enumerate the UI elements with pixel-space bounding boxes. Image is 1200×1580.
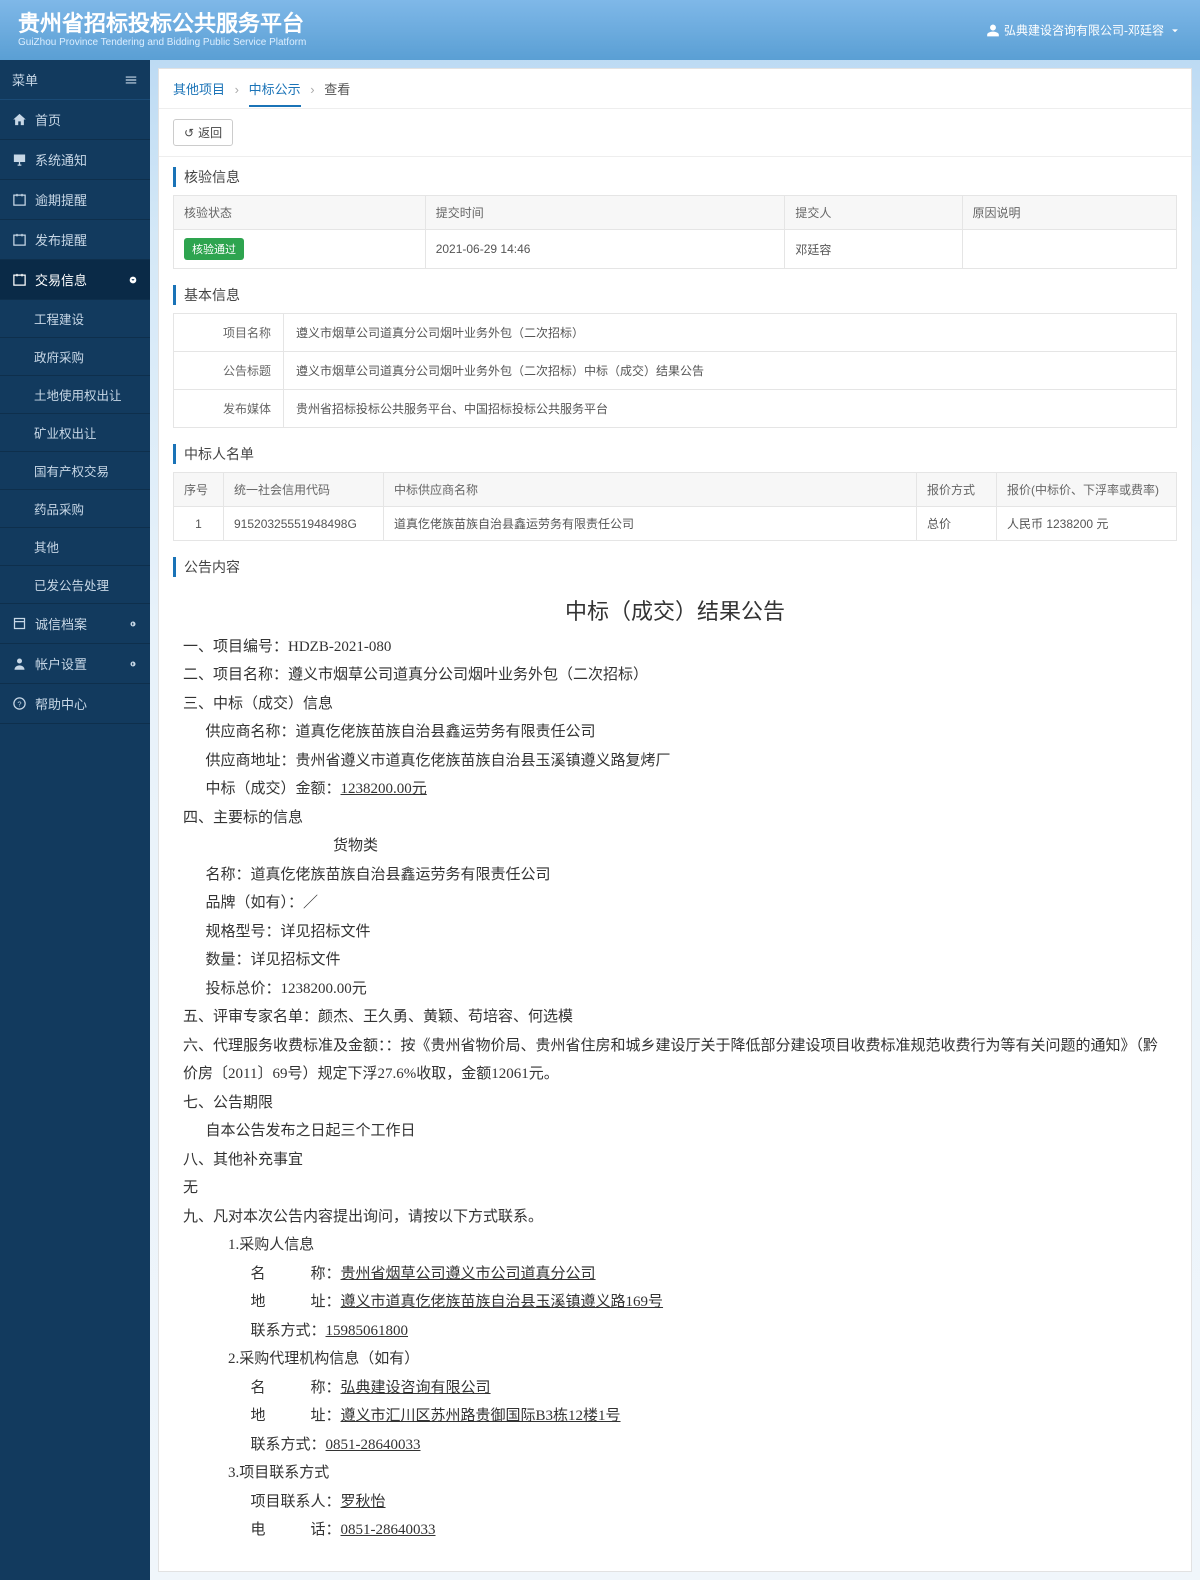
sidebar-item-label: 交易信息: [35, 270, 87, 289]
chevron-down-icon: [1168, 23, 1182, 37]
sidebar-item-label: 首页: [35, 110, 61, 129]
sidebar-item-help[interactable]: ? 帮助中心: [0, 684, 150, 724]
sidebar-item-label: 逾期提醒: [35, 190, 87, 209]
archive-icon: [12, 616, 27, 631]
user-menu[interactable]: 弘典建设咨询有限公司-邓廷容: [986, 22, 1182, 39]
undo-icon: ↺: [184, 126, 194, 140]
sidebar-submenu-trade: 工程建设 政府采购 土地使用权出让 矿业权出让 国有产权交易 药品采购 其他 已…: [0, 300, 150, 604]
table-header: 核验状态 提交时间 提交人 原因说明: [174, 196, 1177, 230]
sidebar-item-label: 发布提醒: [35, 230, 87, 249]
sidebar-item-overdue[interactable]: 逾期提醒: [0, 180, 150, 220]
user-settings-icon: [12, 656, 27, 671]
panel-title-basic: 基本信息: [173, 285, 1177, 305]
send-icon: [12, 232, 27, 247]
sidebar-sub-land[interactable]: 土地使用权出让: [0, 376, 150, 414]
content: 其他项目 › 中标公示 › 查看 ↺ 返回 核验信息 核验状态 提交时间: [158, 68, 1192, 1572]
sidebar-item-label: 系统通知: [35, 150, 87, 169]
basic-table: 项目名称遵义市烟草公司道真分公司烟叶业务外包（二次招标） 公告标题遵义市烟草公司…: [173, 313, 1177, 428]
menu-label: 菜单: [12, 70, 38, 89]
sidebar-sub-mine[interactable]: 矿业权出让: [0, 414, 150, 452]
folder-icon: [12, 272, 27, 287]
home-icon: [12, 112, 27, 127]
site-title: 贵州省招标投标公共服务平台: [18, 12, 306, 36]
chevron-right-icon: [128, 659, 138, 669]
sidebar-item-account[interactable]: 帐户设置: [0, 644, 150, 684]
logo-block: 贵州省招标投标公共服务平台 GuiZhou Province Tendering…: [18, 12, 306, 47]
monitor-icon: [12, 152, 27, 167]
status-badge: 核验通过: [184, 238, 244, 260]
sidebar-sub-state[interactable]: 国有产权交易: [0, 452, 150, 490]
chevron-down-icon: [128, 275, 138, 285]
table-header: 序号 统一社会信用代码 中标供应商名称 报价方式 报价(中标价、下浮率或费率): [174, 473, 1177, 507]
panel-title-verify: 核验信息: [173, 167, 1177, 187]
sidebar-item-publish[interactable]: 发布提醒: [0, 220, 150, 260]
sidebar-sub-drug[interactable]: 药品采购: [0, 490, 150, 528]
panel-title-notice: 公告内容: [173, 557, 1177, 577]
notice-body: 中标（成交）结果公告 一、项目编号：HDZB-2021-080 二、项目名称：遵…: [173, 585, 1177, 1565]
topbar: 贵州省招标投标公共服务平台 GuiZhou Province Tendering…: [0, 0, 1200, 60]
winners-table: 序号 统一社会信用代码 中标供应商名称 报价方式 报价(中标价、下浮率或费率) …: [173, 472, 1177, 541]
sidebar: 菜单 首页 系统通知 逾期提醒 发布提醒 交易信息 工程建设 政府采购 土地使用…: [0, 60, 150, 1580]
sidebar-sub-gov[interactable]: 政府采购: [0, 338, 150, 376]
breadcrumb-item[interactable]: 其他项目: [173, 82, 225, 97]
panel-title-winners: 中标人名单: [173, 444, 1177, 464]
verify-table: 核验状态 提交时间 提交人 原因说明 核验通过 2021-06-29 14:46…: [173, 195, 1177, 269]
back-button[interactable]: ↺ 返回: [173, 119, 233, 146]
user-name: 弘典建设咨询有限公司-邓廷容: [1004, 22, 1164, 39]
chevron-right-icon: [128, 619, 138, 629]
menu-header: 菜单: [0, 60, 150, 100]
user-icon: [986, 23, 1000, 37]
sidebar-item-label: 诚信档案: [35, 614, 87, 633]
sidebar-item-label: 帮助中心: [35, 694, 87, 713]
sidebar-sub-eng[interactable]: 工程建设: [0, 300, 150, 338]
help-icon: ?: [12, 696, 27, 711]
sidebar-sub-processed[interactable]: 已发公告处理: [0, 566, 150, 604]
notice-title: 中标（成交）结果公告: [183, 591, 1167, 633]
bars-icon[interactable]: [124, 73, 138, 87]
table-row: 1 91520325551948498G 道真仡佬族苗族自治县鑫运劳务有限责任公…: [174, 507, 1177, 541]
breadcrumb-item[interactable]: 中标公示: [249, 82, 301, 107]
site-subtitle: GuiZhou Province Tendering and Bidding P…: [18, 37, 306, 48]
sidebar-item-home[interactable]: 首页: [0, 100, 150, 140]
sidebar-sub-other[interactable]: 其他: [0, 528, 150, 566]
sidebar-item-trade[interactable]: 交易信息: [0, 260, 150, 300]
sidebar-item-sys-notice[interactable]: 系统通知: [0, 140, 150, 180]
breadcrumb-item: 查看: [324, 82, 350, 97]
table-row: 核验通过 2021-06-29 14:46 邓廷容: [174, 230, 1177, 269]
sidebar-item-credit[interactable]: 诚信档案: [0, 604, 150, 644]
svg-text:?: ?: [17, 700, 21, 709]
clock-icon: [12, 192, 27, 207]
breadcrumb: 其他项目 › 中标公示 › 查看: [159, 69, 1191, 109]
sidebar-item-label: 帐户设置: [35, 654, 87, 673]
